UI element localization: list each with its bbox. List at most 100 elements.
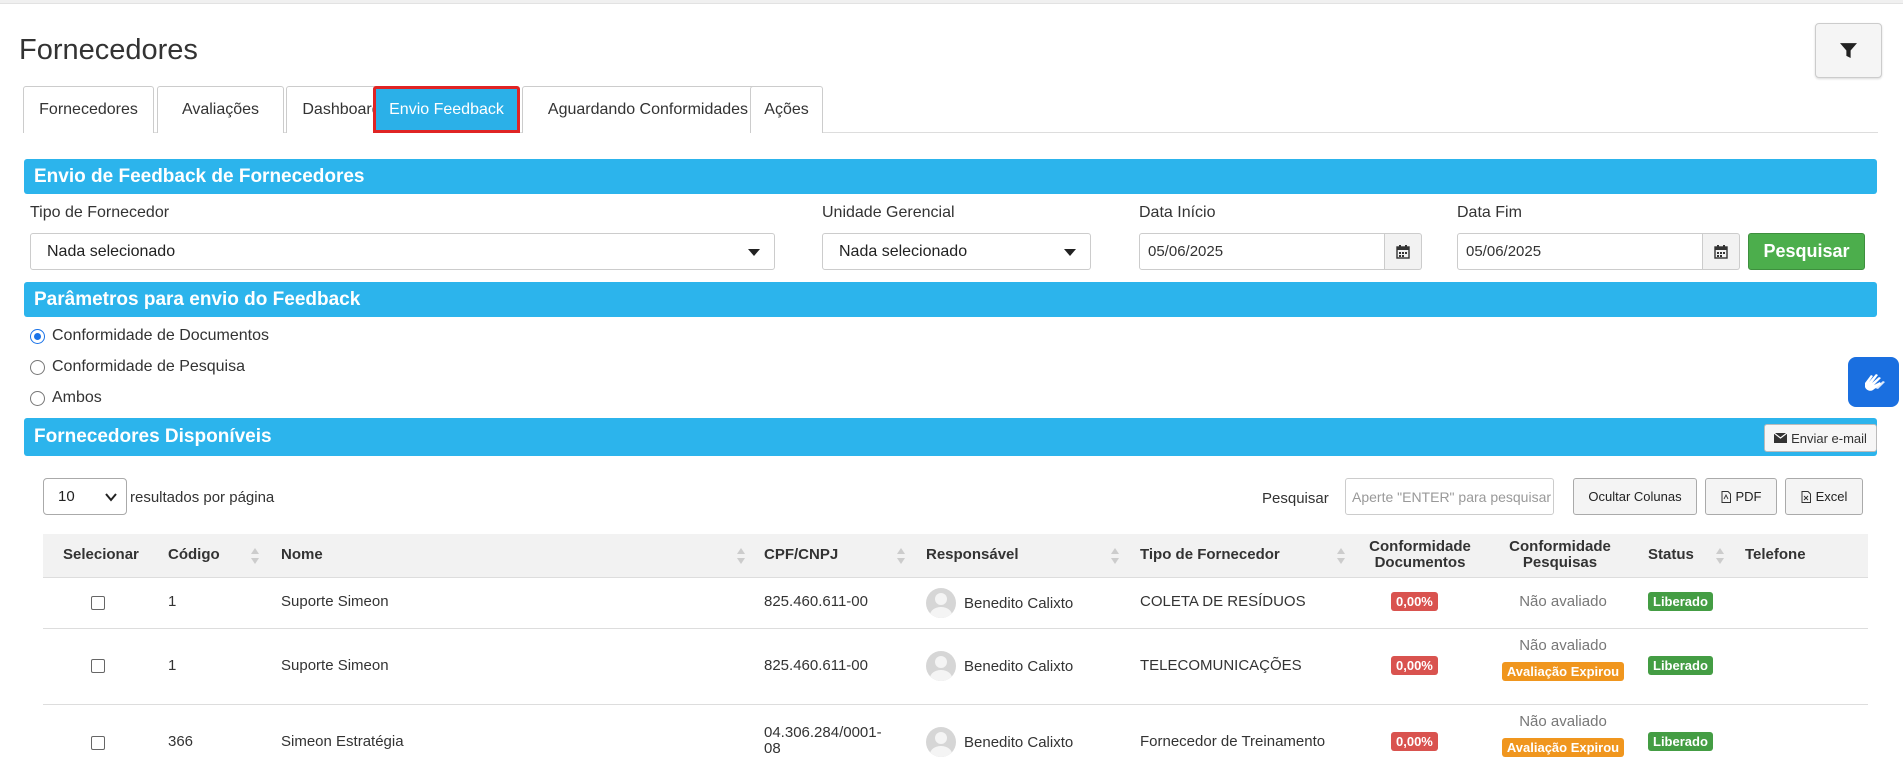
section-title: Fornecedores Disponíveis xyxy=(34,426,272,447)
col-responsavel[interactable]: Responsável xyxy=(926,546,1019,563)
cell-responsavel: Benedito Calixto xyxy=(926,588,1073,618)
conformidade-documentos-badge: 0,00% xyxy=(1391,732,1438,751)
chevron-down-icon xyxy=(105,493,117,502)
excel-label: Excel xyxy=(1815,489,1848,504)
data-fim-input[interactable]: 05/06/2025 xyxy=(1457,233,1703,270)
tab-envio-feedback[interactable]: Envio Feedback xyxy=(373,86,520,133)
ocultar-colunas-label: Ocultar Colunas xyxy=(1588,489,1682,504)
accessibility-button[interactable] xyxy=(1848,357,1899,407)
per-page-value: 10 xyxy=(58,488,75,505)
tipo-fornecedor-value: Nada selecionado xyxy=(47,242,176,260)
col-conformidade-documentos[interactable]: Conformidade Documentos xyxy=(1361,539,1479,571)
radio-conformidade-pesquisa[interactable]: Conformidade de Pesquisa xyxy=(30,358,245,376)
pdf-label: PDF xyxy=(1735,489,1762,504)
col-cpf-cnpj[interactable]: CPF/CNPJ xyxy=(764,546,838,563)
chevron-down-icon xyxy=(1064,249,1076,256)
col-status[interactable]: Status xyxy=(1648,546,1694,563)
table-row: 1 Suporte Simeon 825.460.611-00 Benedito… xyxy=(43,578,1868,629)
radio-button[interactable] xyxy=(30,359,45,375)
radio-label: Conformidade de Pesquisa xyxy=(52,358,246,375)
cell-nome: Simeon Estratégia xyxy=(281,733,404,750)
sort-icon xyxy=(1716,548,1725,566)
sort-icon xyxy=(737,548,746,566)
avatar-icon xyxy=(926,651,956,681)
sort-icon xyxy=(251,548,260,566)
pesquisar-label: Pesquisar xyxy=(1262,490,1329,507)
sort-icon xyxy=(897,548,906,566)
cell-codigo: 1 xyxy=(168,593,177,610)
unidade-gerencial-value: Nada selecionado xyxy=(839,242,968,260)
ocultar-colunas-button[interactable]: Ocultar Colunas xyxy=(1573,478,1697,515)
status-badge: Liberado xyxy=(1648,656,1713,675)
section-fornecedores-disponiveis: Fornecedores Disponíveis xyxy=(24,418,1877,456)
conformidade-pesquisa-text: Não avaliado xyxy=(1519,593,1607,610)
results-per-page-select[interactable]: 10 xyxy=(43,478,127,515)
cell-nome: Suporte Simeon xyxy=(281,593,389,610)
cpf-line-2: 08 xyxy=(764,740,781,757)
pesquisar-button[interactable]: Pesquisar xyxy=(1748,233,1865,270)
conformidade-documentos-badge: 0,00% xyxy=(1391,592,1438,611)
row-select-checkbox[interactable] xyxy=(91,736,105,750)
envelope-icon xyxy=(1774,433,1788,443)
responsavel-name: Benedito Calixto xyxy=(964,733,1074,751)
col-tipo-fornecedor[interactable]: Tipo de Fornecedor xyxy=(1140,546,1280,563)
excel-icon xyxy=(1801,490,1811,503)
data-fim-calendar-button[interactable] xyxy=(1703,233,1740,270)
conformidade-pesquisa-text: Não avaliado xyxy=(1519,713,1607,730)
cell-cpf: 825.460.611-00 xyxy=(764,657,868,674)
pdf-icon xyxy=(1721,490,1731,503)
data-inicio-label: Data Início xyxy=(1139,204,1216,221)
col-conformidade-pesquisas[interactable]: Conformidade Pesquisas xyxy=(1501,539,1619,571)
header-line: Documentos xyxy=(1374,554,1466,571)
col-codigo[interactable]: Código xyxy=(168,546,220,563)
cell-nome: Suporte Simeon xyxy=(281,657,389,674)
row-select-checkbox[interactable] xyxy=(91,596,105,610)
cell-responsavel: Benedito Calixto xyxy=(926,727,1073,757)
tab-acoes[interactable]: Ações xyxy=(750,86,823,133)
table-search-input[interactable]: Aperte "ENTER" para pesquisar xyxy=(1345,478,1554,515)
tipo-fornecedor-select[interactable]: Nada selecionado xyxy=(30,233,775,270)
tab-avaliacoes[interactable]: Avaliações xyxy=(157,86,284,133)
radio-button[interactable] xyxy=(30,390,45,406)
chevron-down-icon xyxy=(748,249,760,256)
filter-button[interactable] xyxy=(1815,23,1882,78)
col-telefone[interactable]: Telefone xyxy=(1745,546,1806,563)
page-title: Fornecedores xyxy=(19,34,198,66)
unidade-gerencial-select[interactable]: Nada selecionado xyxy=(822,233,1091,270)
cpf-line-1: 04.306.284/0001- xyxy=(764,724,882,741)
tab-fornecedores[interactable]: Fornecedores xyxy=(23,86,154,133)
cell-responsavel: Benedito Calixto xyxy=(926,651,1073,681)
filter-icon xyxy=(1840,43,1857,58)
radio-button[interactable] xyxy=(30,328,45,344)
enviar-email-button[interactable]: Enviar e-mail xyxy=(1764,424,1877,452)
row-select-checkbox[interactable] xyxy=(91,659,105,673)
header-line: Conformidade xyxy=(1509,538,1611,555)
cell-cpf: 04.306.284/0001- 08 xyxy=(764,725,882,757)
conformidade-pesquisa-text: Não avaliado xyxy=(1519,637,1607,654)
radio-label: Conformidade de Documentos xyxy=(52,327,270,344)
data-inicio-calendar-button[interactable] xyxy=(1385,233,1422,270)
enviar-email-label: Enviar e-mail xyxy=(1791,430,1867,446)
cell-tipo: TELECOMUNICAÇÕES xyxy=(1140,657,1302,674)
data-inicio-input[interactable]: 05/06/2025 xyxy=(1139,233,1385,270)
radio-label: Ambos xyxy=(52,389,102,406)
radio-ambos[interactable]: Ambos xyxy=(30,389,102,407)
responsavel-name: Benedito Calixto xyxy=(964,594,1074,612)
tipo-fornecedor-label: Tipo de Fornecedor xyxy=(30,204,170,221)
tab-aguardando-conformidades[interactable]: Aguardando Conformidades xyxy=(522,86,774,133)
col-selecionar[interactable]: Selecionar xyxy=(63,546,139,563)
section-envio-feedback: Envio de Feedback de Fornecedores xyxy=(24,159,1877,194)
cell-cpf: 825.460.611-00 xyxy=(764,593,868,610)
avaliacao-expirou-badge: Avaliação Expirou xyxy=(1501,738,1625,757)
table-header: Selecionar Código Nome CPF/CNPJ Responsá… xyxy=(43,534,1868,578)
col-nome[interactable]: Nome xyxy=(281,546,323,563)
table-row: 366 Simeon Estratégia 04.306.284/0001- 0… xyxy=(43,705,1868,775)
cell-codigo: 1 xyxy=(168,657,177,674)
radio-conformidade-documentos[interactable]: Conformidade de Documentos xyxy=(30,327,269,345)
excel-button[interactable]: Excel xyxy=(1785,478,1863,515)
calendar-icon xyxy=(1714,244,1728,259)
pdf-button[interactable]: PDF xyxy=(1705,478,1777,515)
avatar-icon xyxy=(926,727,956,757)
tab-bar: Fornecedores Avaliações Dashboard Envio … xyxy=(23,86,1878,133)
cell-tipo: COLETA DE RESÍDUOS xyxy=(1140,593,1306,610)
